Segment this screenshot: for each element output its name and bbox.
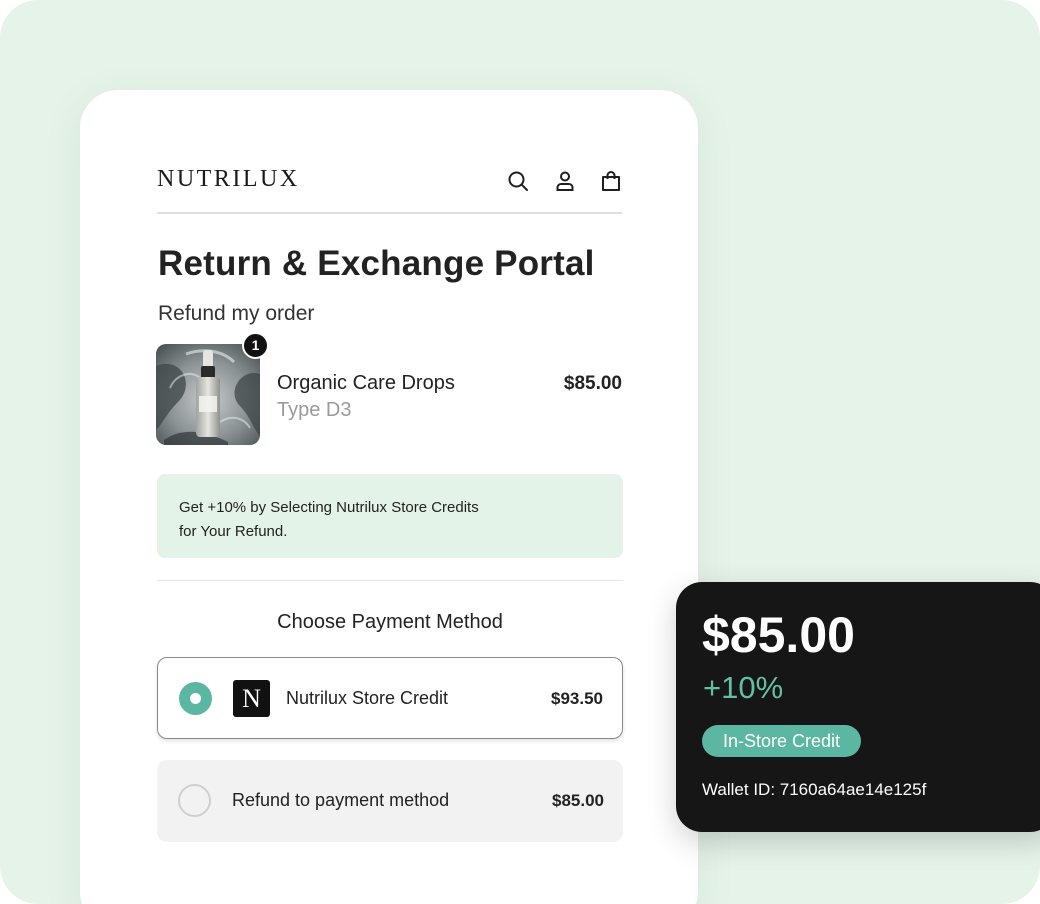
payment-option-store-credit[interactable]: N Nutrilux Store Credit $93.50: [157, 657, 623, 739]
nutrilux-logo-icon: N: [233, 680, 270, 717]
site-header: NUTRILUX: [157, 152, 622, 214]
wallet-bonus: +10%: [703, 670, 784, 705]
brand-logo[interactable]: NUTRILUX: [157, 166, 300, 193]
radio-selected[interactable]: [179, 682, 212, 715]
product-variant: Type D3: [277, 399, 352, 421]
quantity-badge: 1: [242, 332, 269, 359]
wallet-amount: $85.00: [702, 607, 855, 663]
wallet-credit-card: $85.00 +10% In-Store Credit Wallet ID: 7…: [676, 582, 1040, 832]
section-divider: [157, 580, 623, 581]
promo-line-1: Get +10% by Selecting Nutrilux Store Cre…: [179, 499, 479, 516]
payment-option-price: $93.50: [551, 689, 603, 708]
portal-card: NUTRILUX Return & Exchange Portal Refund…: [80, 90, 698, 904]
product-name: Organic Care Drops: [277, 372, 455, 394]
payment-method-title: Choose Payment Method: [277, 611, 503, 633]
payment-option-label: Refund to payment method: [232, 790, 450, 810]
promo-line-2: for Your Refund.: [179, 523, 288, 540]
product-price: $85.00: [563, 373, 622, 394]
page-title: Return & Exchange Portal: [158, 244, 595, 283]
radio-unselected[interactable]: [178, 784, 211, 817]
user-icon[interactable]: [553, 169, 577, 193]
payment-option-label: Nutrilux Store Credit: [286, 688, 449, 708]
search-icon[interactable]: [506, 169, 530, 193]
wallet-id: Wallet ID: 7160a64ae14e125f: [702, 780, 927, 799]
payment-option-price: $85.00: [552, 791, 604, 810]
promo-banner: Get +10% by Selecting Nutrilux Store Cre…: [157, 474, 623, 558]
payment-option-original-method[interactable]: Refund to payment method $85.00: [157, 760, 623, 842]
shopping-bag-icon[interactable]: [599, 169, 623, 193]
page-subtitle: Refund my order: [158, 302, 315, 325]
in-store-credit-badge: In-Store Credit: [702, 725, 862, 757]
product-image: [156, 344, 260, 445]
